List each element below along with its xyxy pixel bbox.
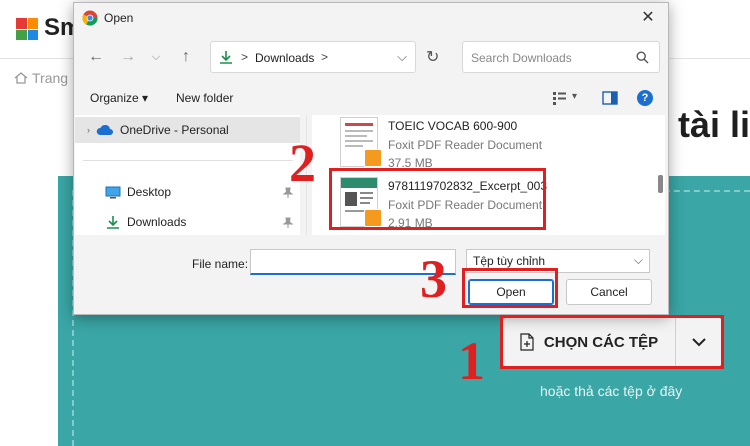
breadcrumb-home: Trang (32, 70, 69, 86)
navigation-bar: ← → ⌵ ↑ > Downloads > ⌵ ↻ Search Downloa… (74, 37, 668, 77)
logo-icon (16, 18, 38, 40)
file-name-label: File name: (192, 257, 249, 271)
nav-item-downloads-label: Downloads (127, 215, 187, 229)
organize-menu[interactable]: Organize ▾ (90, 91, 148, 105)
download-icon (107, 216, 119, 229)
address-separator-end: > (321, 50, 329, 64)
file-name: TOEIC VOCAB 600-900 (388, 119, 518, 133)
nav-divider (83, 160, 293, 161)
search-icon (636, 51, 649, 64)
file-type-selected: Tệp tùy chỉnh (473, 254, 546, 268)
home-icon (14, 72, 28, 84)
help-icon[interactable]: ? (637, 90, 653, 106)
expand-chevron-icon[interactable]: › (87, 125, 90, 135)
pin-icon[interactable] (283, 217, 293, 229)
view-options-icon[interactable] (552, 91, 568, 105)
breadcrumb[interactable]: Trang (14, 70, 68, 86)
forward-button[interactable]: → (118, 47, 138, 67)
dialog-titlebar[interactable]: Open ✕ (74, 3, 668, 33)
step-1-label: 1 (458, 331, 485, 391)
nav-item-desktop-label: Desktop (127, 185, 172, 199)
highlight-open-button (462, 268, 558, 308)
highlight-choose-files (500, 315, 724, 369)
file-list-scrollbar[interactable] (658, 175, 663, 193)
navigation-pane: › OneDrive - Personal Desktop Downloads (75, 115, 300, 235)
nav-item-onedrive[interactable]: › OneDrive - Personal (87, 123, 229, 137)
address-bar[interactable]: > Downloads > ⌵ (210, 41, 416, 73)
foxit-badge-icon (364, 149, 382, 167)
up-button[interactable]: ↑ (176, 47, 196, 67)
step-3-label: 3 (420, 249, 447, 309)
dialog-title: Open (104, 11, 134, 25)
address-separator: > (241, 50, 249, 64)
close-button[interactable]: ✕ (638, 8, 658, 28)
file-type: Foxit PDF Reader Document (388, 138, 543, 152)
drop-hint: hoặc thả các tệp ở đây (540, 383, 683, 399)
search-placeholder: Search Downloads (471, 51, 572, 65)
organize-label: Organize (90, 91, 139, 105)
download-icon (220, 51, 232, 64)
highlight-file (329, 168, 546, 230)
step-2-label: 2 (289, 133, 316, 193)
nav-item-downloads[interactable]: Downloads (105, 215, 186, 229)
recent-dropdown[interactable]: ⌵ (146, 47, 166, 67)
new-folder-button[interactable]: New folder (176, 91, 233, 105)
open-dialog: Open ✕ ← → ⌵ ↑ > Downloads > ⌵ ↻ Search … (73, 2, 669, 315)
refresh-icon[interactable]: ↻ (426, 47, 439, 67)
command-bar: Organize ▾ New folder ▾ ? (74, 83, 668, 115)
address-folder[interactable]: Downloads (255, 51, 314, 65)
page-title: tài li (677, 104, 750, 145)
view-dropdown-icon[interactable]: ▾ (572, 91, 577, 102)
desktop-icon (105, 186, 121, 198)
cancel-button[interactable]: Cancel (566, 279, 652, 305)
file-item[interactable]: TOEIC VOCAB 600-900 Foxit PDF Reader Doc… (340, 117, 640, 173)
cloud-icon (96, 124, 113, 135)
nav-item-onedrive-label: OneDrive - Personal (120, 123, 229, 137)
search-field[interactable]: Search Downloads (462, 41, 660, 73)
address-dropdown-icon[interactable]: ⌵ (397, 49, 407, 65)
nav-item-desktop[interactable]: Desktop (105, 185, 171, 199)
chrome-icon (82, 10, 98, 26)
chevron-down-icon: ⌵ (633, 253, 643, 267)
preview-pane-icon[interactable] (602, 91, 618, 105)
dialog-footer: File name: Tệp tùy chỉnh ⌵ Open Cancel (74, 239, 668, 313)
back-button[interactable]: ← (86, 47, 106, 67)
